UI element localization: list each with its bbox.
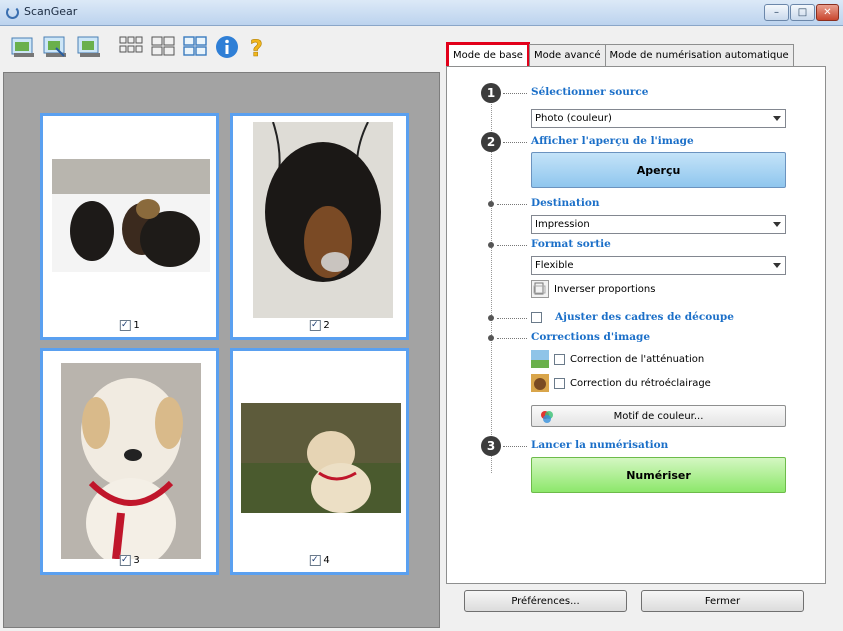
scan-zoom-icon[interactable] xyxy=(76,34,102,60)
color-pattern-button[interactable]: Motif de couleur... xyxy=(531,405,786,427)
select-source-title: Sélectionner source xyxy=(531,86,649,98)
thumbnail-checkbox-1[interactable]: ✓ 1 xyxy=(119,320,140,331)
minimize-icon: – xyxy=(774,7,779,18)
bullet xyxy=(488,242,494,248)
crop-frames-row: Ajuster des cadres de découpe xyxy=(531,311,734,323)
thumbnail-grid-icon[interactable] xyxy=(150,34,176,60)
dotted-leader xyxy=(497,245,527,246)
output-size-select[interactable]: Flexible xyxy=(531,256,786,275)
mode-tabs: Mode de base Mode avancé Mode de numéris… xyxy=(446,42,794,66)
invert-aspect-icon[interactable] xyxy=(531,280,549,298)
backlight-correction-icon xyxy=(531,374,549,392)
bullet xyxy=(488,335,494,341)
backlight-correction-checkbox[interactable] xyxy=(554,377,565,389)
help-icon[interactable]: ? xyxy=(244,34,270,60)
crop-frames-checkbox[interactable] xyxy=(531,311,542,323)
fade-correction-label: Correction de l'atténuation xyxy=(570,353,705,365)
fade-correction-icon xyxy=(531,350,549,368)
checkbox-icon[interactable]: ✓ xyxy=(119,320,131,331)
basic-mode-content: 1 Sélectionner source Photo (couleur) 2 … xyxy=(446,66,826,584)
crop-frames-label: Ajuster des cadres de découpe xyxy=(555,311,734,323)
info-icon[interactable] xyxy=(214,34,240,60)
step-2-badge: 2 xyxy=(481,132,501,152)
thumbnail-4[interactable]: ✓ 4 xyxy=(230,348,409,575)
title-bar: ScanGear – □ ✕ xyxy=(0,0,843,26)
color-pattern-label: Motif de couleur... xyxy=(613,410,704,422)
settings-panel: Mode de base Mode avancé Mode de numéris… xyxy=(443,26,843,631)
invert-aspect-row: Inverser proportions xyxy=(531,280,655,298)
bullet xyxy=(488,201,494,207)
destination-title: Destination xyxy=(531,197,600,209)
output-size-select-value: Flexible xyxy=(535,260,574,271)
checkbox-icon[interactable]: ✓ xyxy=(309,320,321,331)
app-icon xyxy=(6,6,19,19)
thumbnail-checkbox-4[interactable]: ✓ 4 xyxy=(309,555,330,566)
thumbnail-grid-large-icon[interactable] xyxy=(182,34,208,60)
bullet xyxy=(488,315,494,321)
labrador-photo xyxy=(61,363,201,559)
start-scan-title: Lancer la numérisation xyxy=(531,439,669,451)
scan-crop-icon[interactable] xyxy=(42,34,68,60)
preferences-button[interactable]: Préférences... xyxy=(464,590,627,612)
toolbar: ? xyxy=(0,26,443,70)
thumbnail-label: 2 xyxy=(323,320,330,331)
dogs-photo xyxy=(52,159,210,272)
chevron-down-icon xyxy=(773,222,781,227)
backlight-correction-label: Correction du rétroéclairage xyxy=(570,377,711,389)
fade-correction-checkbox[interactable] xyxy=(554,353,565,365)
dog-portrait-photo xyxy=(253,122,393,318)
step-1-badge: 1 xyxy=(481,83,501,103)
close-window-button[interactable]: ✕ xyxy=(816,4,839,21)
output-size-title: Format sortie xyxy=(531,238,611,250)
scan-button[interactable]: Numériser xyxy=(531,457,786,493)
source-select-value: Photo (couleur) xyxy=(535,113,612,124)
chevron-down-icon xyxy=(773,263,781,268)
destination-select-value: Impression xyxy=(535,219,590,230)
destination-select[interactable]: Impression xyxy=(531,215,786,234)
invert-aspect-label: Inverser proportions xyxy=(554,283,656,295)
thumbnail-3[interactable]: ✓ 3 xyxy=(40,348,219,575)
dotted-leader xyxy=(503,142,527,143)
thumbnail-label: 3 xyxy=(133,555,140,566)
chevron-down-icon xyxy=(773,116,781,121)
tab-advanced-mode[interactable]: Mode avancé xyxy=(528,44,606,66)
scan-photo-icon[interactable] xyxy=(10,34,36,60)
dotted-leader xyxy=(497,318,527,319)
thumbnail-1[interactable]: ✓ 1 xyxy=(40,113,219,340)
thumbnail-area: ✓ 1 ✓ 2 ✓ 3 ✓ 4 xyxy=(3,72,440,628)
backlight-correction-row: Correction du rétroéclairage xyxy=(531,374,711,392)
minimize-button[interactable]: – xyxy=(764,4,789,21)
thumbnail-label: 4 xyxy=(323,555,330,566)
close-icon: ✕ xyxy=(823,7,832,18)
maximize-button[interactable]: □ xyxy=(790,4,815,21)
image-corrections-title: Corrections d'image xyxy=(531,331,651,343)
svg-text:?: ? xyxy=(250,37,263,60)
source-select[interactable]: Photo (couleur) xyxy=(531,109,786,128)
thumbnail-checkbox-3[interactable]: ✓ 3 xyxy=(119,555,140,566)
close-button[interactable]: Fermer xyxy=(641,590,804,612)
step-3-badge: 3 xyxy=(481,436,501,456)
preview-image-title: Afficher l'aperçu de l'image xyxy=(531,135,694,147)
window-title: ScanGear xyxy=(24,5,78,18)
tab-auto-scan-mode[interactable]: Mode de numérisation automatique xyxy=(604,44,794,66)
thumbnail-label: 1 xyxy=(133,320,140,331)
thumbnail-checkbox-2[interactable]: ✓ 2 xyxy=(309,320,330,331)
dotted-leader xyxy=(497,338,527,339)
dotted-leader xyxy=(497,204,527,205)
checkbox-icon[interactable]: ✓ xyxy=(309,555,321,566)
thumbnail-2[interactable]: ✓ 2 xyxy=(230,113,409,340)
color-pattern-icon xyxy=(541,411,553,423)
tab-basic-mode[interactable]: Mode de base xyxy=(446,42,530,66)
dotted-leader xyxy=(503,446,527,447)
thumbnail-grid-small-icon[interactable] xyxy=(118,34,144,60)
checkbox-icon[interactable]: ✓ xyxy=(119,555,131,566)
dog-in-grass-photo xyxy=(241,403,401,513)
dotted-leader xyxy=(503,93,527,94)
maximize-icon: □ xyxy=(797,7,808,18)
preview-panel: ? ✓ 1 ✓ 2 ✓ 3 ✓ 4 xyxy=(0,26,443,631)
fade-correction-row: Correction de l'atténuation xyxy=(531,350,704,368)
preview-button[interactable]: Aperçu xyxy=(531,152,786,188)
